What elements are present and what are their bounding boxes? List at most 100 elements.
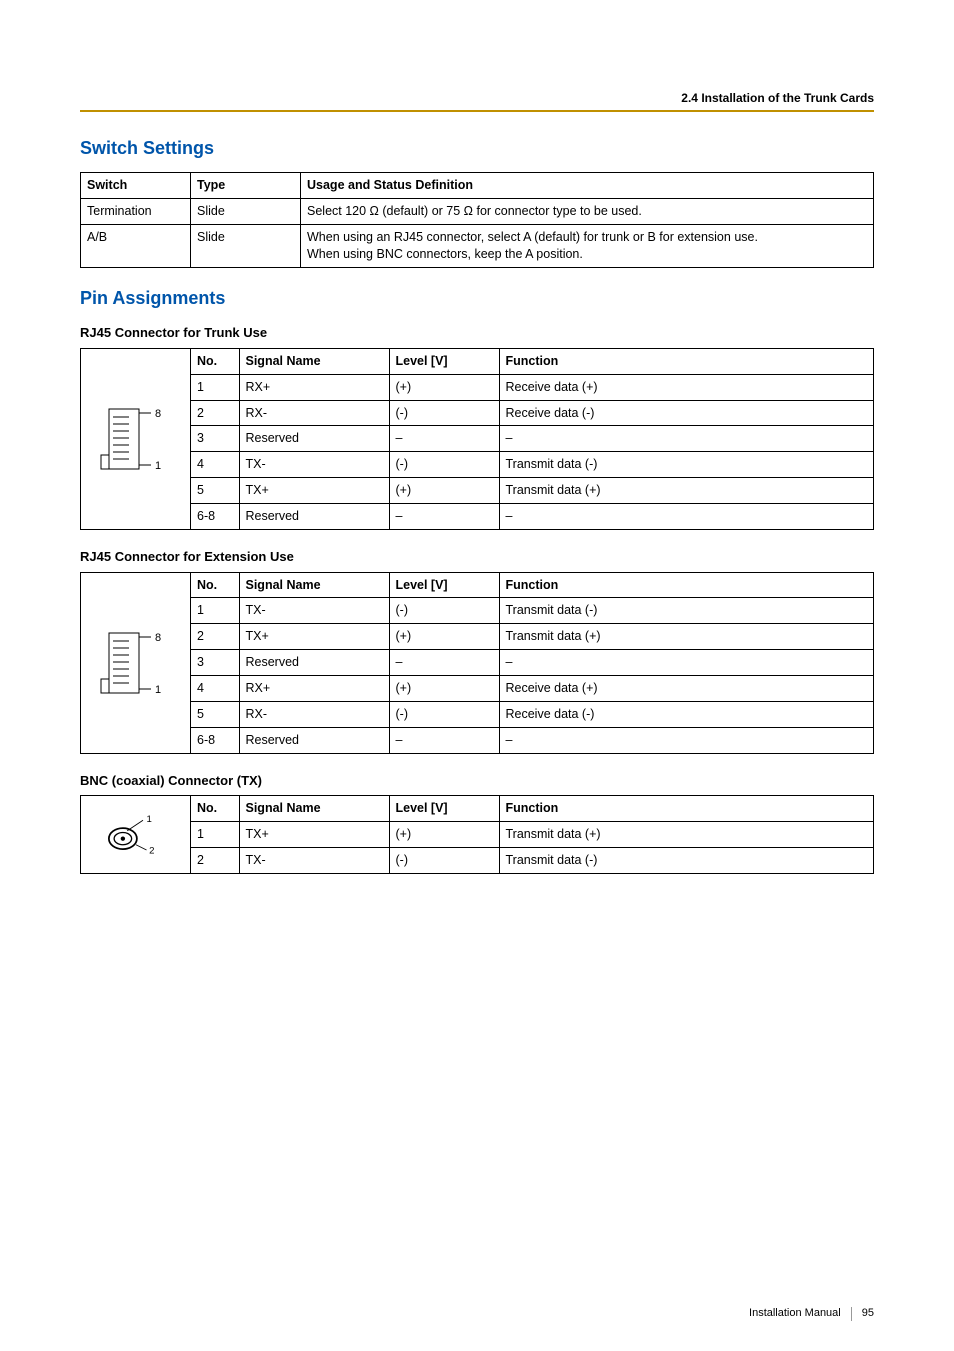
cell-level: (+) [389,624,499,650]
cell-level: (-) [389,847,499,872]
table-row: 6-8Reserved–– [191,727,873,752]
cell-no: 4 [191,452,239,478]
cell-no: 5 [191,701,239,727]
cell-function: Transmit data (+) [499,624,873,650]
cell-no: 2 [191,624,239,650]
table-row: 5TX+(+)Transmit data (+) [191,478,873,504]
cell-level: (-) [389,452,499,478]
cell-signal: RX+ [239,374,389,400]
table-row: 3Reserved–– [191,426,873,452]
th-level: Level [V] [389,796,499,821]
th-function: Function [499,573,873,598]
trunk-subtitle: RJ45 Connector for Trunk Use [80,324,874,342]
bnc-label-2: 2 [149,846,154,857]
bnc-pin-table: No. Signal Name Level [V] Function 1TX+(… [191,796,873,873]
th-no: No. [191,349,239,374]
rj45-label-1: 1 [155,460,161,472]
cell-function: Transmit data (+) [499,478,873,504]
table-row: 4RX+(+)Receive data (+) [191,676,873,702]
table-row: A/B Slide When using an RJ45 connector, … [81,225,874,268]
extension-subtitle: RJ45 Connector for Extension Use [80,548,874,566]
table-row: 5RX-(-)Receive data (-) [191,701,873,727]
th-level: Level [V] [389,349,499,374]
switch-settings-table: Switch Type Usage and Status Definition … [80,172,874,268]
table-row: 2TX+(+)Transmit data (+) [191,624,873,650]
th-no: No. [191,796,239,821]
cell-signal: TX+ [239,478,389,504]
cell-no: 4 [191,676,239,702]
rj45-label-8: 8 [155,408,161,420]
th-no: No. [191,573,239,598]
th-function: Function [499,349,873,374]
switch-settings-title: Switch Settings [80,136,874,160]
cell-function: Transmit data (-) [499,847,873,872]
cell-function: Receive data (+) [499,676,873,702]
bnc-connector-icon: 1 2 [81,796,191,873]
cell-level: – [389,727,499,752]
cell-function: Transmit data (-) [499,598,873,624]
footer-page-number: 95 [862,1306,874,1321]
table-row: Termination Slide Select 120 Ω (default)… [81,199,874,225]
table-row: 4TX-(-)Transmit data (-) [191,452,873,478]
cell-no: 1 [191,598,239,624]
cell-function: – [499,727,873,752]
cell-signal: TX- [239,847,389,872]
cell-level: – [389,426,499,452]
cell-function: – [499,504,873,529]
cell-signal: Reserved [239,504,389,529]
table-row: 6-8Reserved–– [191,504,873,529]
cell-function: Receive data (+) [499,374,873,400]
cell-usage: When using an RJ45 connector, select A (… [301,225,874,268]
bnc-pin-block: 1 2 No. Signal Name Level [V] Function 1… [80,795,874,874]
rj45-connector-icon: 8 1 [81,349,191,529]
cell-level: – [389,504,499,529]
cell-type: Slide [191,225,301,268]
rj45-connector-icon: 8 1 [81,573,191,753]
cell-no: 6-8 [191,727,239,752]
th-signal: Signal Name [239,573,389,598]
th-switch: Switch [81,173,191,199]
cell-signal: RX- [239,400,389,426]
cell-no: 2 [191,400,239,426]
table-row: 3Reserved–– [191,650,873,676]
page-footer: Installation Manual 95 [749,1306,874,1321]
cell-no: 2 [191,847,239,872]
cell-signal: RX- [239,701,389,727]
th-usage: Usage and Status Definition [301,173,874,199]
extension-pin-block: 8 1 No. Signal Name Level [V] Function 1… [80,572,874,754]
cell-level: (+) [389,374,499,400]
footer-doc-title: Installation Manual [749,1306,841,1321]
th-signal: Signal Name [239,349,389,374]
cell-no: 5 [191,478,239,504]
cell-type: Slide [191,199,301,225]
table-row: 1TX+(+)Transmit data (+) [191,822,873,848]
cell-signal: TX- [239,452,389,478]
cell-level: (+) [389,822,499,848]
footer-separator [851,1307,852,1321]
cell-signal: Reserved [239,727,389,752]
cell-level: (+) [389,478,499,504]
cell-function: Transmit data (-) [499,452,873,478]
cell-no: 3 [191,650,239,676]
bnc-subtitle: BNC (coaxial) Connector (TX) [80,772,874,790]
th-function: Function [499,796,873,821]
table-row: 1TX-(-)Transmit data (-) [191,598,873,624]
cell-level: (-) [389,701,499,727]
rj45-label-8: 8 [155,632,161,644]
cell-no: 3 [191,426,239,452]
cell-signal: TX+ [239,822,389,848]
cell-switch: Termination [81,199,191,225]
page-section-header: 2.4 Installation of the Trunk Cards [80,90,874,112]
th-level: Level [V] [389,573,499,598]
th-signal: Signal Name [239,796,389,821]
cell-function: – [499,426,873,452]
cell-usage: Select 120 Ω (default) or 75 Ω for conne… [301,199,874,225]
cell-function: Receive data (-) [499,701,873,727]
cell-signal: TX- [239,598,389,624]
cell-no: 6-8 [191,504,239,529]
cell-function: Receive data (-) [499,400,873,426]
cell-no: 1 [191,822,239,848]
extension-pin-table: No. Signal Name Level [V] Function 1TX-(… [191,573,873,753]
cell-signal: Reserved [239,426,389,452]
table-row: 1RX+(+)Receive data (+) [191,374,873,400]
